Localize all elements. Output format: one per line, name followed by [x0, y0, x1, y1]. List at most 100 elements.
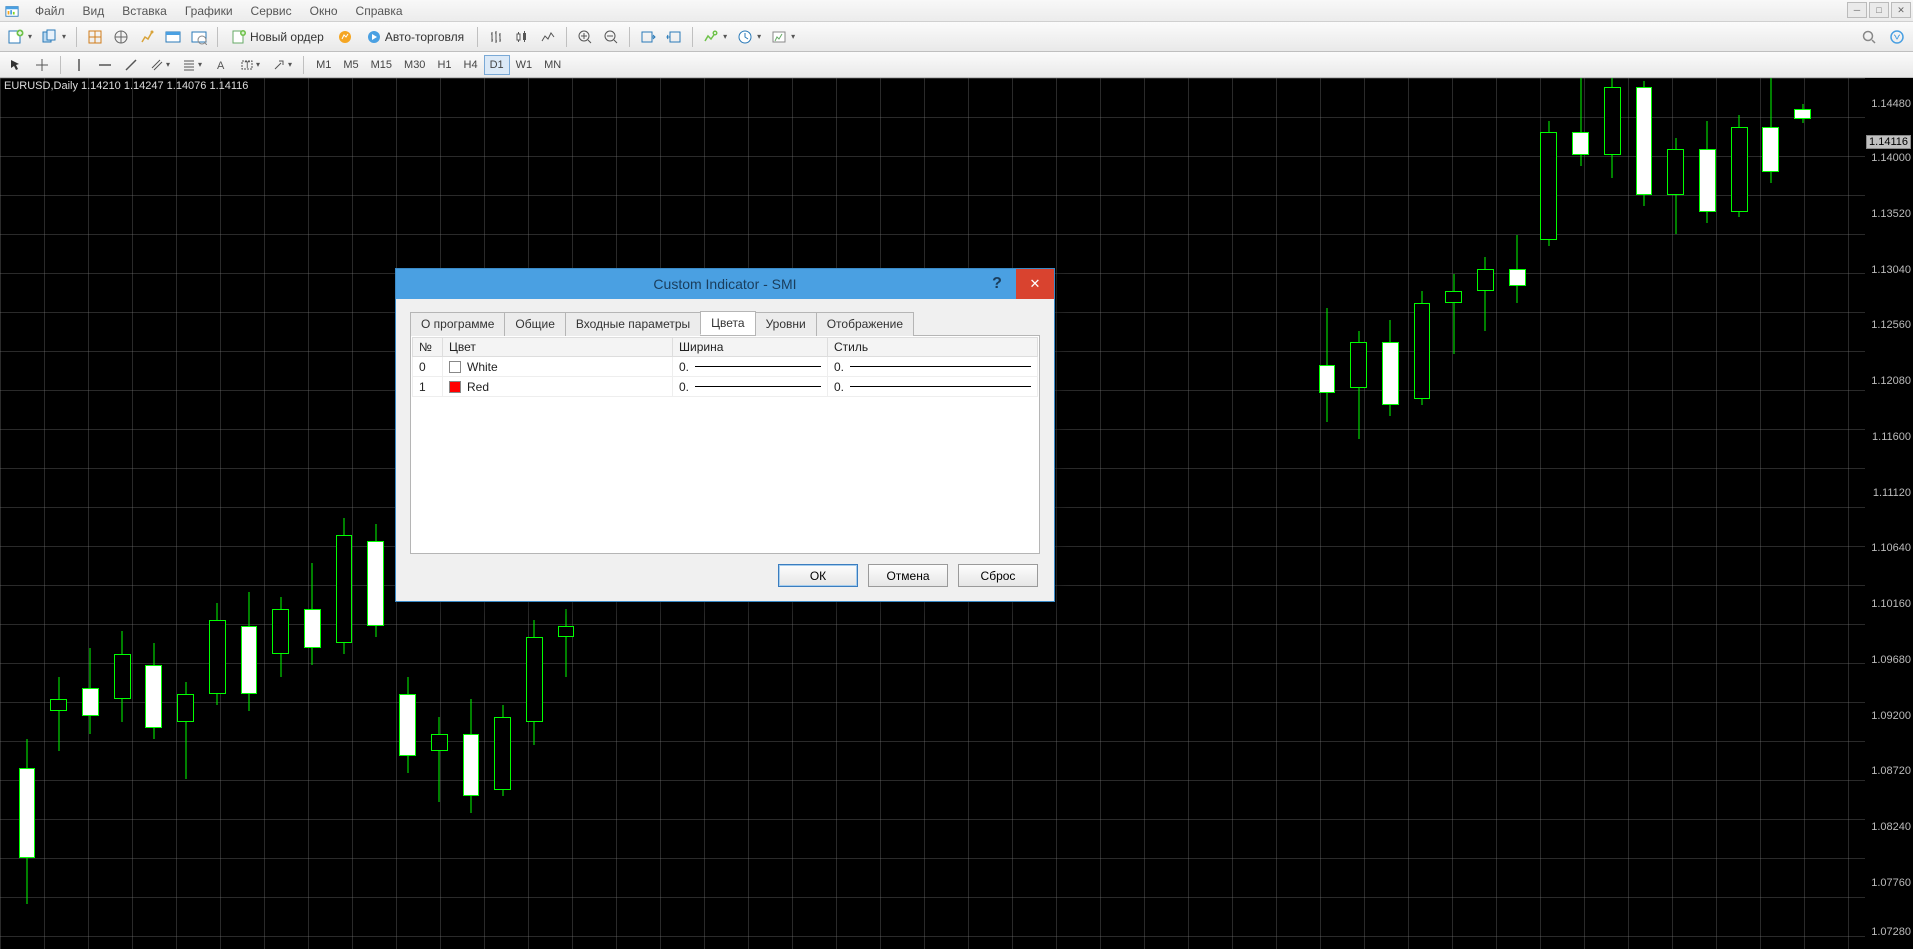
profiles-button[interactable]: ▾	[38, 26, 70, 48]
tab-common[interactable]: Общие	[504, 312, 565, 336]
color-cell[interactable]: White	[449, 360, 666, 374]
timeframe-m15[interactable]: M15	[365, 55, 398, 75]
row-index: 0	[413, 357, 443, 377]
timeframe-w1[interactable]: W1	[510, 55, 539, 75]
dialog-close-button[interactable]: ✕	[1016, 269, 1054, 299]
timeframe-m5[interactable]: M5	[337, 55, 364, 75]
new-chart-button[interactable]: ▾	[4, 26, 36, 48]
menu-file[interactable]: Файл	[26, 1, 74, 21]
reset-button[interactable]: Сброс	[958, 564, 1038, 587]
width-preview	[695, 386, 821, 387]
line-chart-button[interactable]	[536, 26, 560, 48]
app-icon	[4, 3, 20, 19]
width-value: 0.	[679, 360, 689, 374]
data-window-button[interactable]	[135, 26, 159, 48]
cursor-tool[interactable]	[4, 55, 28, 75]
bar-chart-button[interactable]	[484, 26, 508, 48]
col-color[interactable]: Цвет	[443, 338, 673, 357]
menu-bar: Файл Вид Вставка Графики Сервис Окно Спр…	[0, 0, 1913, 22]
dialog-buttons: ОК Отмена Сброс	[410, 554, 1040, 589]
text-label-tool[interactable]: T▾	[235, 55, 265, 75]
new-order-button[interactable]: Новый ордер	[224, 26, 331, 48]
close-button[interactable]: ✕	[1891, 2, 1911, 18]
navigator-button[interactable]	[109, 26, 133, 48]
market-watch-button[interactable]	[83, 26, 107, 48]
width-cell[interactable]: 0.	[679, 360, 821, 374]
maximize-button[interactable]: □	[1869, 2, 1889, 18]
tab-colors[interactable]: Цвета	[700, 311, 755, 335]
trendline-tool[interactable]	[119, 55, 143, 75]
timeframe-h4[interactable]: H4	[458, 55, 484, 75]
periods-button[interactable]: ▾	[733, 26, 765, 48]
color-row[interactable]: 1 Red 0. 0.	[413, 377, 1038, 397]
terminal-button[interactable]	[161, 26, 185, 48]
svg-text:A: A	[217, 60, 225, 72]
tab-panel-colors: № Цвет Ширина Стиль 0 White 0. 0. 1 Red 0. 0.	[410, 336, 1040, 554]
zoom-in-button[interactable]	[573, 26, 597, 48]
equidistant-channel-tool[interactable]: ▾	[145, 55, 175, 75]
dialog-layer: Custom Indicator - SMI ? ✕ О программе О…	[0, 78, 1913, 949]
svg-text:T: T	[245, 60, 251, 70]
mql5-button[interactable]	[1885, 26, 1909, 48]
chart-area[interactable]: EURUSD,Daily 1.14210 1.14247 1.14076 1.1…	[0, 78, 1913, 949]
style-cell[interactable]: 0.	[834, 360, 1031, 374]
width-cell[interactable]: 0.	[679, 380, 821, 394]
menu-insert[interactable]: Вставка	[113, 1, 176, 21]
menu-help[interactable]: Справка	[347, 1, 412, 21]
timeframe-mn[interactable]: MN	[538, 55, 567, 75]
text-tool[interactable]: A	[209, 55, 233, 75]
ok-button[interactable]: ОК	[778, 564, 858, 587]
dialog-help-button[interactable]: ?	[978, 269, 1016, 299]
color-row[interactable]: 0 White 0. 0.	[413, 357, 1038, 377]
menu-window[interactable]: Окно	[301, 1, 347, 21]
autotrade-button[interactable]: Авто-торговля	[359, 26, 471, 48]
col-num[interactable]: №	[413, 338, 443, 357]
style-preview	[850, 386, 1031, 387]
menu-view[interactable]: Вид	[74, 1, 114, 21]
table-empty-area[interactable]	[412, 397, 1038, 552]
tab-display[interactable]: Отображение	[816, 312, 914, 336]
style-value: 0.	[834, 380, 844, 394]
row-index: 1	[413, 377, 443, 397]
menu-charts[interactable]: Графики	[176, 1, 242, 21]
crosshair-tool[interactable]	[30, 55, 54, 75]
style-cell[interactable]: 0.	[834, 380, 1031, 394]
timeframe-m30[interactable]: M30	[398, 55, 431, 75]
vertical-line-tool[interactable]	[67, 55, 91, 75]
color-swatch	[449, 381, 461, 393]
tab-levels[interactable]: Уровни	[755, 312, 817, 336]
chart-shift-button[interactable]	[662, 26, 686, 48]
tab-inputs[interactable]: Входные параметры	[565, 312, 701, 336]
window-controls: ─ □ ✕	[1847, 2, 1911, 18]
new-order-label: Новый ордер	[250, 30, 324, 44]
timeframe-m1[interactable]: M1	[310, 55, 337, 75]
cancel-button[interactable]: Отмена	[868, 564, 948, 587]
dialog-titlebar[interactable]: Custom Indicator - SMI ? ✕	[396, 269, 1054, 299]
width-value: 0.	[679, 380, 689, 394]
auto-scroll-button[interactable]	[636, 26, 660, 48]
col-style[interactable]: Стиль	[828, 338, 1038, 357]
color-swatch	[449, 361, 461, 373]
indicators-button[interactable]: ▾	[699, 26, 731, 48]
templates-button[interactable]: ▾	[767, 26, 799, 48]
color-cell[interactable]: Red	[449, 380, 666, 394]
tab-about[interactable]: О программе	[410, 312, 505, 336]
minimize-button[interactable]: ─	[1847, 2, 1867, 18]
timeframe-d1[interactable]: D1	[484, 55, 510, 75]
dialog-tabs: О программе Общие Входные параметры Цвет…	[410, 311, 1040, 336]
menu-tools[interactable]: Сервис	[242, 1, 301, 21]
color-name: Red	[467, 380, 489, 394]
col-width[interactable]: Ширина	[673, 338, 828, 357]
candle-chart-button[interactable]	[510, 26, 534, 48]
zoom-out-button[interactable]	[599, 26, 623, 48]
width-preview	[695, 366, 821, 367]
metaquotes-button[interactable]	[333, 26, 357, 48]
search-button[interactable]	[1857, 26, 1881, 48]
arrows-tool[interactable]: ▾	[267, 55, 297, 75]
style-preview	[850, 366, 1031, 367]
horizontal-line-tool[interactable]	[93, 55, 117, 75]
timeframe-h1[interactable]: H1	[431, 55, 457, 75]
dialog-title: Custom Indicator - SMI	[653, 276, 796, 292]
fibonacci-tool[interactable]: ▾	[177, 55, 207, 75]
strategy-tester-button[interactable]	[187, 26, 211, 48]
